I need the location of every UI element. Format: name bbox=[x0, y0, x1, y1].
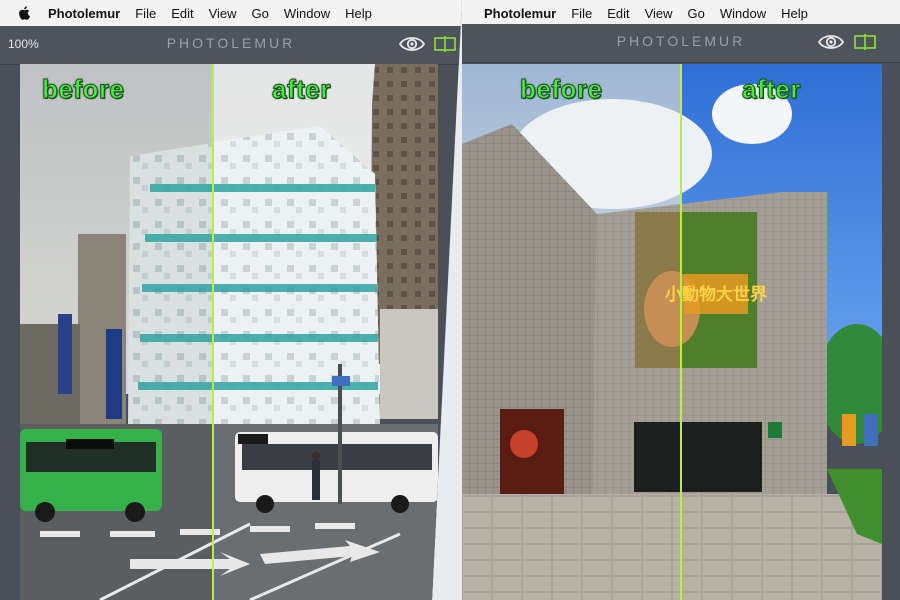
before-label: before bbox=[41, 74, 125, 105]
museum-photo: 小動物大世界 bbox=[462, 64, 882, 600]
right-app-window: Photolemur File Edit View Go Window Help… bbox=[462, 0, 900, 600]
menu-app-name[interactable]: Photolemur bbox=[48, 6, 120, 21]
eye-icon[interactable] bbox=[817, 31, 845, 53]
apple-icon[interactable] bbox=[18, 6, 30, 20]
menu-edit[interactable]: Edit bbox=[171, 6, 193, 21]
left-app-window: Photolemur File Edit View Go Window Help… bbox=[0, 0, 462, 600]
menu-view[interactable]: View bbox=[645, 6, 673, 21]
menu-window[interactable]: Window bbox=[284, 6, 330, 21]
menu-go[interactable]: Go bbox=[252, 6, 269, 21]
right-comparison-photo[interactable]: 小動物大世界 before after bbox=[462, 64, 882, 600]
comparison-divider[interactable] bbox=[680, 64, 682, 600]
before-label: before bbox=[519, 74, 603, 105]
street-photo bbox=[20, 64, 438, 600]
menu-go[interactable]: Go bbox=[688, 6, 705, 21]
menu-app-name[interactable]: Photolemur bbox=[484, 6, 556, 21]
menu-view[interactable]: View bbox=[209, 6, 237, 21]
toolbar: 100% PHOTOLEMUR bbox=[0, 26, 462, 65]
after-label: after bbox=[272, 74, 331, 105]
app-logo: PHOTOLEMUR bbox=[166, 35, 296, 51]
split-view-icon[interactable] bbox=[854, 33, 876, 51]
menu-edit[interactable]: Edit bbox=[607, 6, 629, 21]
eye-icon[interactable] bbox=[398, 33, 426, 55]
menu-help[interactable]: Help bbox=[781, 6, 808, 21]
menu-file[interactable]: File bbox=[571, 6, 592, 21]
menu-help[interactable]: Help bbox=[345, 6, 372, 21]
menu-window[interactable]: Window bbox=[720, 6, 766, 21]
menu-bar: Photolemur File Edit View Go Window Help bbox=[462, 0, 900, 26]
menu-file[interactable]: File bbox=[135, 6, 156, 21]
split-view-icon[interactable] bbox=[434, 35, 456, 53]
left-comparison-photo[interactable]: before after bbox=[20, 64, 438, 600]
menu-bar: Photolemur File Edit View Go Window Help bbox=[0, 0, 462, 26]
after-label: after bbox=[742, 74, 801, 105]
toolbar: PHOTOLEMUR bbox=[462, 24, 900, 63]
comparison-divider[interactable] bbox=[212, 64, 214, 600]
